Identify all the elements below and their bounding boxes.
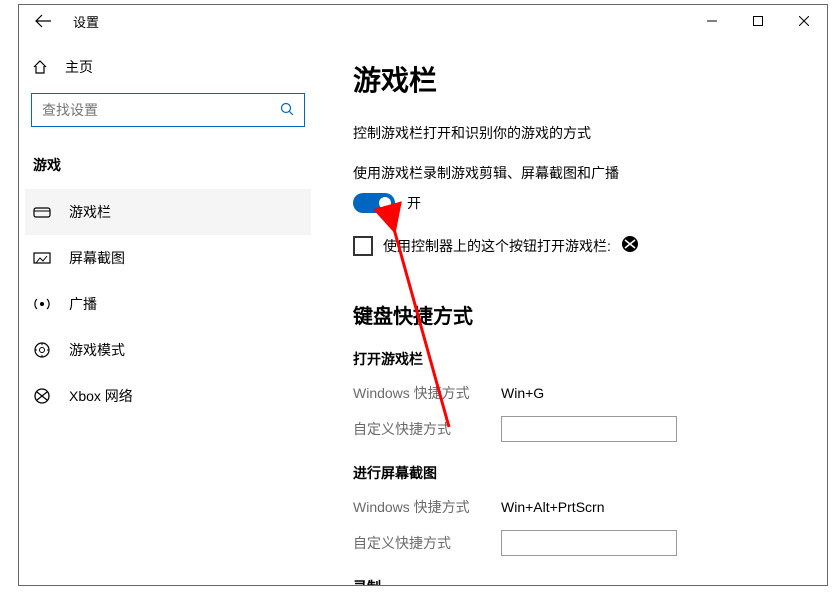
- sidebar: 主页 游戏 游戏栏 屏幕截图: [19, 37, 319, 585]
- shortcut-custom-input[interactable]: [501, 530, 677, 556]
- xbox-icon: [33, 388, 51, 404]
- sidebar-item-label: 游戏栏: [69, 202, 111, 222]
- settings-window: 设置 主页 游戏: [18, 4, 828, 586]
- window-title: 设置: [73, 12, 99, 31]
- sidebar-item-xbox-network[interactable]: Xbox 网络: [25, 373, 311, 419]
- search-icon: [280, 102, 294, 119]
- sidebar-item-game-mode[interactable]: 游戏模式: [25, 327, 311, 373]
- home-icon: [31, 59, 49, 75]
- shortcut-group-title: 打开游戏栏: [353, 349, 803, 369]
- sidebar-item-home[interactable]: 主页: [25, 51, 311, 93]
- toggle-knob: [379, 197, 391, 209]
- shortcut-custom-label: 自定义快捷方式: [353, 533, 501, 553]
- sidebar-item-broadcast[interactable]: 广播: [25, 281, 311, 327]
- game-mode-icon: [33, 341, 51, 359]
- page-description: 控制游戏栏打开和识别你的游戏的方式: [353, 123, 803, 143]
- maximize-button[interactable]: [735, 5, 781, 37]
- shortcut-group-title: 录制: [353, 577, 803, 585]
- xbox-button-icon: [621, 235, 639, 256]
- search-input[interactable]: [42, 102, 280, 118]
- back-arrow-icon: [35, 14, 51, 28]
- shortcut-win-value: Win+G: [501, 385, 803, 401]
- shortcuts-heading: 键盘快捷方式: [353, 300, 803, 329]
- broadcast-icon: [33, 296, 51, 312]
- maximize-icon: [753, 16, 763, 26]
- sidebar-item-label: 屏幕截图: [69, 248, 125, 268]
- sidebar-item-label: 游戏模式: [69, 340, 125, 360]
- shortcut-group-title: 进行屏幕截图: [353, 463, 803, 483]
- external-edge: [0, 0, 18, 590]
- back-button[interactable]: [19, 5, 67, 37]
- page-title: 游戏栏: [353, 59, 803, 99]
- game-bar-toggle[interactable]: [353, 193, 395, 213]
- sidebar-item-captures[interactable]: 屏幕截图: [25, 235, 311, 281]
- search-input-wrapper[interactable]: [31, 93, 305, 127]
- toggle-state-label: 开: [407, 193, 421, 213]
- shortcut-custom-input[interactable]: [501, 416, 677, 442]
- main-panel: 游戏栏 控制游戏栏打开和识别你的游戏的方式 使用游戏栏录制游戏剪辑、屏幕截图和广…: [319, 37, 827, 585]
- shortcut-win-label: Windows 快捷方式: [353, 497, 501, 517]
- sidebar-item-label: 主页: [65, 57, 93, 77]
- shortcut-win-value: Win+Alt+PrtScrn: [501, 499, 803, 515]
- minimize-button[interactable]: [689, 5, 735, 37]
- game-bar-icon: [33, 205, 51, 219]
- minimize-icon: [707, 16, 717, 26]
- sidebar-item-label: Xbox 网络: [69, 386, 133, 406]
- toggle-description: 使用游戏栏录制游戏剪辑、屏幕截图和广播: [353, 163, 803, 183]
- checkbox-label: 使用控制器上的这个按钮打开游戏栏:: [383, 236, 611, 256]
- shortcut-custom-label: 自定义快捷方式: [353, 419, 501, 439]
- titlebar: 设置: [19, 5, 827, 37]
- controller-button-checkbox[interactable]: [353, 236, 373, 256]
- shortcut-win-label: Windows 快捷方式: [353, 383, 501, 403]
- sidebar-section-title: 游戏: [25, 151, 311, 189]
- sidebar-item-game-bar[interactable]: 游戏栏: [25, 189, 311, 235]
- close-icon: [799, 16, 809, 26]
- sidebar-item-label: 广播: [69, 294, 97, 314]
- captures-icon: [33, 251, 51, 265]
- close-button[interactable]: [781, 5, 827, 37]
